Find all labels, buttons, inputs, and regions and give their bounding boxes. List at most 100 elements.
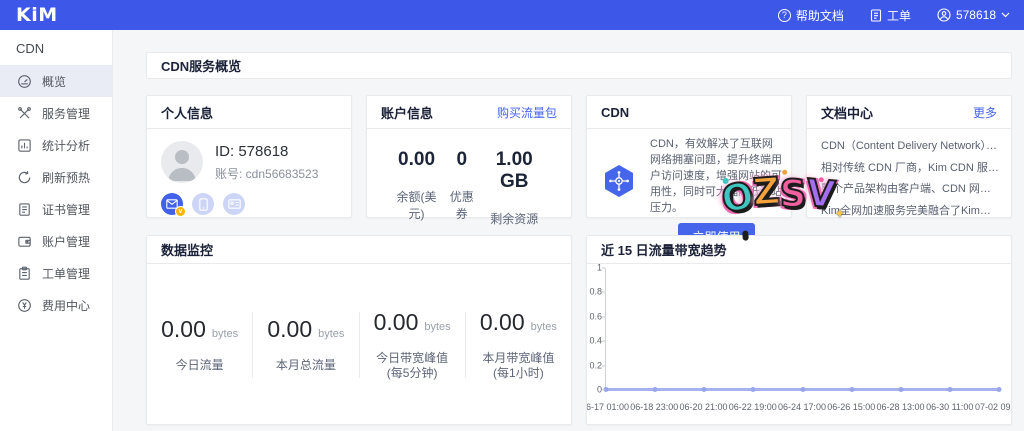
y-tick-mark bbox=[602, 390, 605, 391]
ticket-button[interactable]: 工单 bbox=[870, 7, 911, 24]
data-monitor-card: 数据监控 0.00bytes 今日流量 0.00bytes 本月总流量 0.00… bbox=[146, 235, 572, 425]
cdn-card: CDN CDN，有效解决了互联网网络拥塞问题，提升终端用户访问速度，增强网站的可… bbox=[586, 95, 792, 218]
today-bandwidth-peak-stat: 0.00 bytes 今日带宽峰值 (每5分钟) bbox=[360, 309, 465, 381]
help-icon: ? bbox=[778, 9, 791, 22]
clipboard-icon bbox=[17, 266, 32, 281]
sidebar-item-label: 概览 bbox=[42, 73, 66, 90]
data-point bbox=[653, 387, 658, 392]
balance-stat: 0.00 余额(美元) bbox=[389, 149, 444, 227]
x-tick-label: 06-17 01:00 bbox=[586, 402, 629, 412]
user-id-label: 578618 bbox=[956, 8, 996, 22]
email-verified-badge: v bbox=[161, 193, 183, 215]
ticket-icon bbox=[870, 9, 882, 22]
trend-chart: 00.20.40.60.81 bbox=[589, 268, 999, 390]
data-point bbox=[800, 387, 805, 392]
trend-plot bbox=[605, 268, 999, 390]
sidebar: CDN 概览 服务管理 统计分析 刷新预热 证书管理 账户管理 工单管理 费用中… bbox=[0, 30, 113, 431]
y-tick-label: 0.4 bbox=[589, 337, 602, 346]
help-docs-button[interactable]: ? 帮助文档 bbox=[778, 7, 844, 24]
unit-label: bytes bbox=[424, 321, 450, 333]
user-account-value: 账号: cdn56683523 bbox=[215, 165, 318, 182]
fee-icon bbox=[17, 298, 32, 313]
coupon-label: 优惠券 bbox=[444, 188, 479, 222]
month-traffic-value: 0.00 bbox=[267, 316, 312, 343]
docs-card: 文档中心 更多 CDN（Content Delivery Network），也即… bbox=[806, 95, 1012, 218]
data-point bbox=[898, 387, 903, 392]
sidebar-item-statistics[interactable]: 统计分析 bbox=[0, 129, 112, 161]
x-tick-label: 06-30 11:00 bbox=[926, 402, 973, 412]
sidebar-item-label: 证书管理 bbox=[42, 201, 90, 218]
coupon-value: 0 bbox=[444, 149, 479, 171]
doc-link-item[interactable]: 整个产品架构由客户端、CDN 网络、企业源站，… bbox=[821, 179, 999, 201]
account-card: 账户信息 购买流量包 0.00 余额(美元) 0 优惠券 1.00 GB 剩余资… bbox=[366, 95, 572, 218]
unit-label: bytes bbox=[531, 321, 557, 333]
today-traffic-label: 今日流量 bbox=[147, 357, 252, 373]
x-tick-label: 07-02 09:00 bbox=[975, 402, 1012, 412]
remaining-stat: 1.00 GB 剩余资源 bbox=[479, 149, 549, 227]
trend-card-title: 近 15 日流量带宽趋势 bbox=[601, 240, 727, 259]
today-traffic-stat: 0.00bytes 今日流量 bbox=[147, 316, 252, 373]
page-title: CDN服务概览 bbox=[161, 56, 241, 75]
sidebar-item-label: 服务管理 bbox=[42, 105, 90, 122]
x-tick-label: 06-26 15:00 bbox=[827, 402, 875, 412]
month-peak-sublabel: (每1小时) bbox=[466, 366, 571, 381]
refresh-icon bbox=[17, 170, 32, 185]
month-traffic-stat: 0.00bytes 本月总流量 bbox=[253, 316, 358, 373]
bar-chart-icon bbox=[17, 138, 32, 153]
sidebar-item-certificates[interactable]: 证书管理 bbox=[0, 193, 112, 225]
profile-card: 个人信息 ID: 578618 账号: cdn56683523 v bbox=[146, 95, 352, 218]
coupon-stat: 0 优惠券 bbox=[444, 149, 479, 227]
sidebar-item-label: 刷新预热 bbox=[42, 169, 90, 186]
y-tick-mark bbox=[602, 268, 605, 269]
sidebar-item-label: 账户管理 bbox=[42, 233, 90, 250]
doc-link-item[interactable]: 相对传统 CDN 厂商，Kim CDN 服务完全实现全自… bbox=[821, 158, 999, 180]
cdn-description: CDN，有效解决了互联网网络拥塞问题，提升终端用户访问速度，增强网站的可用性，同… bbox=[650, 136, 783, 216]
data-point bbox=[849, 387, 854, 392]
tools-icon bbox=[17, 106, 32, 121]
user-menu[interactable]: 578618 bbox=[937, 8, 1010, 22]
month-peak-label: 本月带宽峰值 bbox=[466, 350, 571, 366]
sidebar-item-refresh-prewarm[interactable]: 刷新预热 bbox=[0, 161, 112, 193]
page-title-bar: CDN服务概览 bbox=[146, 52, 1012, 79]
doc-link-item[interactable]: CDN（Content Delivery Network），也即内容分发… bbox=[821, 136, 999, 158]
buy-traffic-pack-link[interactable]: 购买流量包 bbox=[497, 104, 557, 121]
today-peak-sublabel: (每5分钟) bbox=[360, 366, 465, 381]
x-tick-label: 06-22 19:00 bbox=[729, 402, 777, 412]
phone-badge bbox=[192, 193, 214, 215]
account-card-title: 账户信息 bbox=[381, 103, 433, 122]
docs-more-link[interactable]: 更多 bbox=[973, 104, 997, 121]
sidebar-item-label: 统计分析 bbox=[42, 137, 90, 154]
help-docs-label: 帮助文档 bbox=[796, 7, 844, 24]
month-peak-value: 0.00 bbox=[480, 309, 525, 336]
dashboard-icon bbox=[17, 74, 32, 89]
y-tick-mark bbox=[602, 341, 605, 342]
profile-card-title: 个人信息 bbox=[161, 103, 213, 122]
doc-link-item[interactable]: Kim全网加速服务完美融合了Kim对象存储和 CDN … bbox=[821, 201, 999, 223]
month-bandwidth-peak-stat: 0.00 bytes 本月带宽峰值 (每1小时) bbox=[466, 309, 571, 381]
x-tick-label: 06-20 21:00 bbox=[679, 402, 727, 412]
chevron-down-icon bbox=[1001, 12, 1010, 18]
y-tick-label: 0.6 bbox=[589, 312, 602, 321]
x-tick-label: 06-28 13:00 bbox=[876, 402, 924, 412]
ticket-label: 工单 bbox=[887, 7, 911, 24]
sidebar-item-label: 工单管理 bbox=[42, 265, 90, 282]
sidebar-item-billing[interactable]: 费用中心 bbox=[0, 289, 112, 321]
sidebar-item-ticket-mgmt[interactable]: 工单管理 bbox=[0, 257, 112, 289]
trend-chart-card: 近 15 日流量带宽趋势 00.20.40.60.81 06-17 01:000… bbox=[586, 235, 1012, 425]
balance-label: 余额(美元) bbox=[389, 188, 444, 222]
y-tick-mark bbox=[602, 316, 605, 317]
verified-icon: v bbox=[175, 206, 186, 217]
today-peak-label: 今日带宽峰值 bbox=[360, 350, 465, 366]
today-peak-value: 0.00 bbox=[374, 309, 419, 336]
x-tick-label: 06-18 23:00 bbox=[630, 402, 678, 412]
sidebar-title: CDN bbox=[0, 30, 112, 65]
balance-value: 0.00 bbox=[389, 149, 444, 171]
sidebar-item-account-mgmt[interactable]: 账户管理 bbox=[0, 225, 112, 257]
y-tick-label: 1 bbox=[589, 264, 602, 273]
sidebar-item-service-mgmt[interactable]: 服务管理 bbox=[0, 97, 112, 129]
y-tick-label: 0.2 bbox=[589, 361, 602, 370]
sidebar-item-overview[interactable]: 概览 bbox=[0, 65, 112, 97]
remaining-label: 剩余资源 bbox=[479, 210, 549, 227]
certificate-icon bbox=[17, 202, 32, 217]
today-traffic-value: 0.00 bbox=[161, 316, 206, 343]
